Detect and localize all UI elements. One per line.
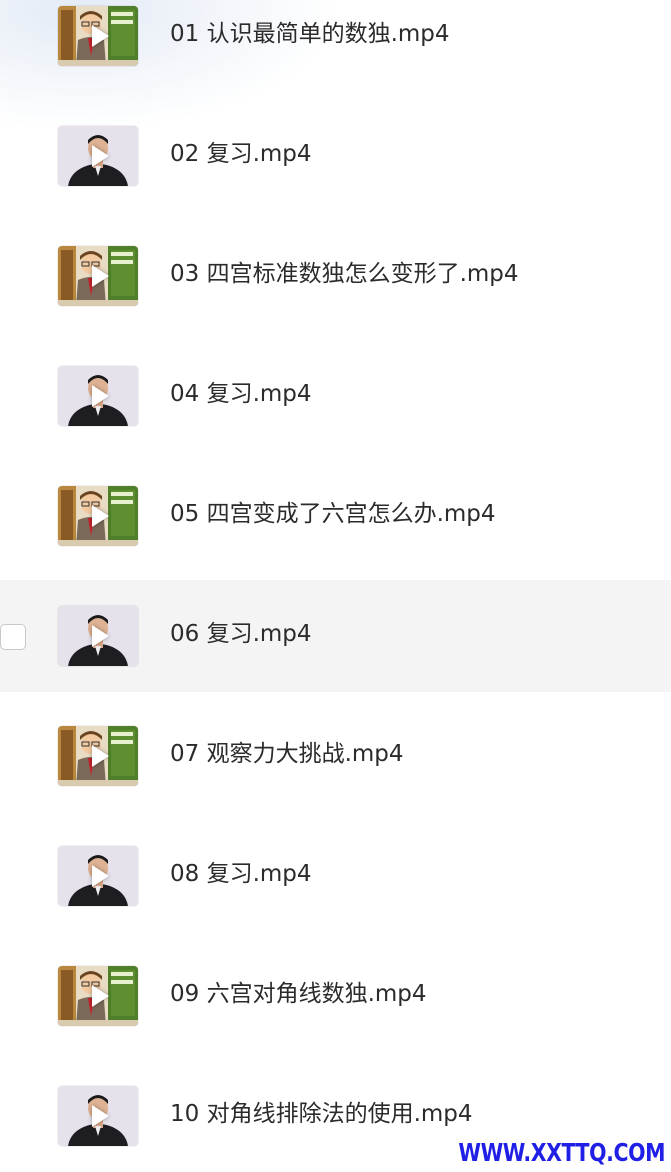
- file-name[interactable]: 04 复习.mp4: [170, 378, 312, 410]
- cartoon-teacher-thumbnail[interactable]: [58, 726, 138, 786]
- play-icon: [92, 385, 109, 407]
- cartoon-teacher-thumbnail[interactable]: [58, 246, 138, 306]
- lecturer-thumbnail[interactable]: [58, 606, 138, 666]
- file-row[interactable]: 05 四宫变成了六宫怎么办.mp4: [0, 460, 671, 572]
- play-icon: [92, 625, 109, 647]
- file-row[interactable]: 09 六宫对角线数独.mp4: [0, 940, 671, 1052]
- play-icon: [92, 25, 109, 47]
- lecturer-thumbnail[interactable]: [58, 366, 138, 426]
- file-row[interactable]: 03 四宫标准数独怎么变形了.mp4: [0, 220, 671, 332]
- file-row[interactable]: 07 观察力大挑战.mp4: [0, 700, 671, 812]
- play-icon: [92, 505, 109, 527]
- file-name[interactable]: 07 观察力大挑战.mp4: [170, 738, 404, 770]
- file-row[interactable]: 06 复习.mp4: [0, 580, 671, 692]
- file-name[interactable]: 03 四宫标准数独怎么变形了.mp4: [170, 258, 519, 290]
- file-row[interactable]: 08 复习.mp4: [0, 820, 671, 932]
- file-name[interactable]: 10 对角线排除法的使用.mp4: [170, 1098, 473, 1130]
- play-icon: [92, 145, 109, 167]
- file-row[interactable]: 02 复习.mp4: [0, 100, 671, 212]
- file-name[interactable]: 05 四宫变成了六宫怎么办.mp4: [170, 498, 496, 530]
- file-row[interactable]: 04 复习.mp4: [0, 340, 671, 452]
- watermark: WWW.XXTTQ.COM: [458, 1138, 665, 1167]
- play-icon: [92, 865, 109, 887]
- file-name[interactable]: 06 复习.mp4: [170, 618, 312, 650]
- file-name[interactable]: 01 认识最简单的数独.mp4: [170, 18, 450, 50]
- play-icon: [92, 985, 109, 1007]
- file-name[interactable]: 08 复习.mp4: [170, 858, 312, 890]
- file-name[interactable]: 02 复习.mp4: [170, 138, 312, 170]
- file-list: 01 认识最简单的数独.mp4 02 复习.mp4 03 四宫标准数独怎么变形了…: [0, 0, 671, 1171]
- lecturer-thumbnail[interactable]: [58, 1086, 138, 1146]
- play-icon: [92, 745, 109, 767]
- file-row[interactable]: 01 认识最简单的数独.mp4: [0, 0, 671, 92]
- play-icon: [92, 1105, 109, 1127]
- cartoon-teacher-thumbnail[interactable]: [58, 486, 138, 546]
- lecturer-thumbnail[interactable]: [58, 846, 138, 906]
- lecturer-thumbnail[interactable]: [58, 126, 138, 186]
- cartoon-teacher-thumbnail[interactable]: [58, 6, 138, 66]
- checkbox-icon[interactable]: [0, 624, 26, 650]
- play-icon: [92, 265, 109, 287]
- cartoon-teacher-thumbnail[interactable]: [58, 966, 138, 1026]
- file-name[interactable]: 09 六宫对角线数独.mp4: [170, 978, 427, 1010]
